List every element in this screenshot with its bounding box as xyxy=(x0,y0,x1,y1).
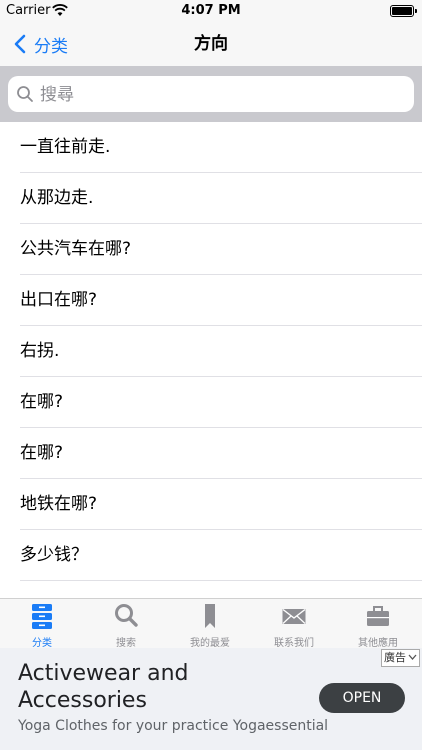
search-field[interactable] xyxy=(8,76,414,114)
list-item[interactable]: 公共汽车在哪? xyxy=(0,224,422,275)
phrase-list: 一直往前走. 从那边走. 公共汽车在哪? 出口在哪? 右拐. 在哪? 在哪? 地… xyxy=(0,122,422,598)
tab-search[interactable]: 搜索 xyxy=(84,599,168,649)
navigation-bar: 分类 方向 xyxy=(0,22,422,66)
tab-contact[interactable]: 联系我们 xyxy=(252,599,336,649)
list-item[interactable]: 右拐. xyxy=(0,326,422,377)
search-bar xyxy=(0,66,422,122)
ad-tag[interactable]: 廣告 xyxy=(381,649,420,667)
list-item[interactable]: 出口在哪? xyxy=(0,275,422,326)
list-item-text: 公共汽车在哪? xyxy=(20,239,132,259)
row-divider xyxy=(20,580,422,581)
list-item-text: 地铁在哪? xyxy=(20,494,98,514)
list-item[interactable]: 地铁在哪? xyxy=(0,479,422,530)
tab-label: 其他應用 xyxy=(358,638,398,649)
category-icon xyxy=(32,604,52,629)
chevron-down-icon xyxy=(408,654,417,660)
tab-label: 我的最爱 xyxy=(190,638,230,649)
tab-bar: 分类 搜索 我的最爱 联系我们 其他應用 xyxy=(0,598,422,649)
list-item[interactable]: 在哪? xyxy=(0,428,422,479)
list-item[interactable]: 在哪? xyxy=(0,377,422,428)
tab-favorites[interactable]: 我的最爱 xyxy=(168,599,252,649)
battery-icon xyxy=(390,5,417,17)
tab-category[interactable]: 分类 xyxy=(0,599,84,649)
tab-other-apps[interactable]: 其他應用 xyxy=(336,599,420,649)
briefcase-icon xyxy=(367,606,389,626)
status-bar: Carrier 4:07 PM xyxy=(0,0,422,22)
bookmark-icon xyxy=(205,604,215,628)
ad-headline: Activewear and Accessories xyxy=(18,661,189,713)
page-title: 方向 xyxy=(194,34,228,54)
open-button[interactable]: OPEN xyxy=(319,683,405,713)
list-item-text: 在哪? xyxy=(20,392,64,412)
search-input[interactable] xyxy=(38,76,402,114)
search-icon xyxy=(115,604,138,627)
list-item-text: 多少钱？ xyxy=(20,545,88,565)
list-item-text: 出口在哪? xyxy=(20,290,98,310)
list-item[interactable]: 多少钱？ xyxy=(0,530,422,581)
list-item-text: 从那边走. xyxy=(20,188,94,208)
ad-banner[interactable]: 廣告 Activewear and Accessories Yoga Cloth… xyxy=(0,648,422,750)
search-icon xyxy=(17,86,33,102)
tab-label: 联系我们 xyxy=(274,638,314,649)
tab-label: 搜索 xyxy=(116,638,136,649)
list-item-text: 在哪? xyxy=(20,443,64,463)
list-item[interactable]: 一直往前走. xyxy=(0,122,422,173)
list-item[interactable]: 从那边走. xyxy=(0,173,422,224)
mail-icon xyxy=(282,608,306,624)
ad-subtitle: Yoga Clothes for your practice Yogaessen… xyxy=(18,718,329,734)
list-item-text: 一直往前走. xyxy=(20,137,111,157)
tab-label: 分类 xyxy=(32,638,52,649)
list-item-text: 右拐. xyxy=(20,341,60,361)
clock: 4:07 PM xyxy=(181,3,241,18)
ad-tag-label: 廣告 xyxy=(384,651,406,664)
